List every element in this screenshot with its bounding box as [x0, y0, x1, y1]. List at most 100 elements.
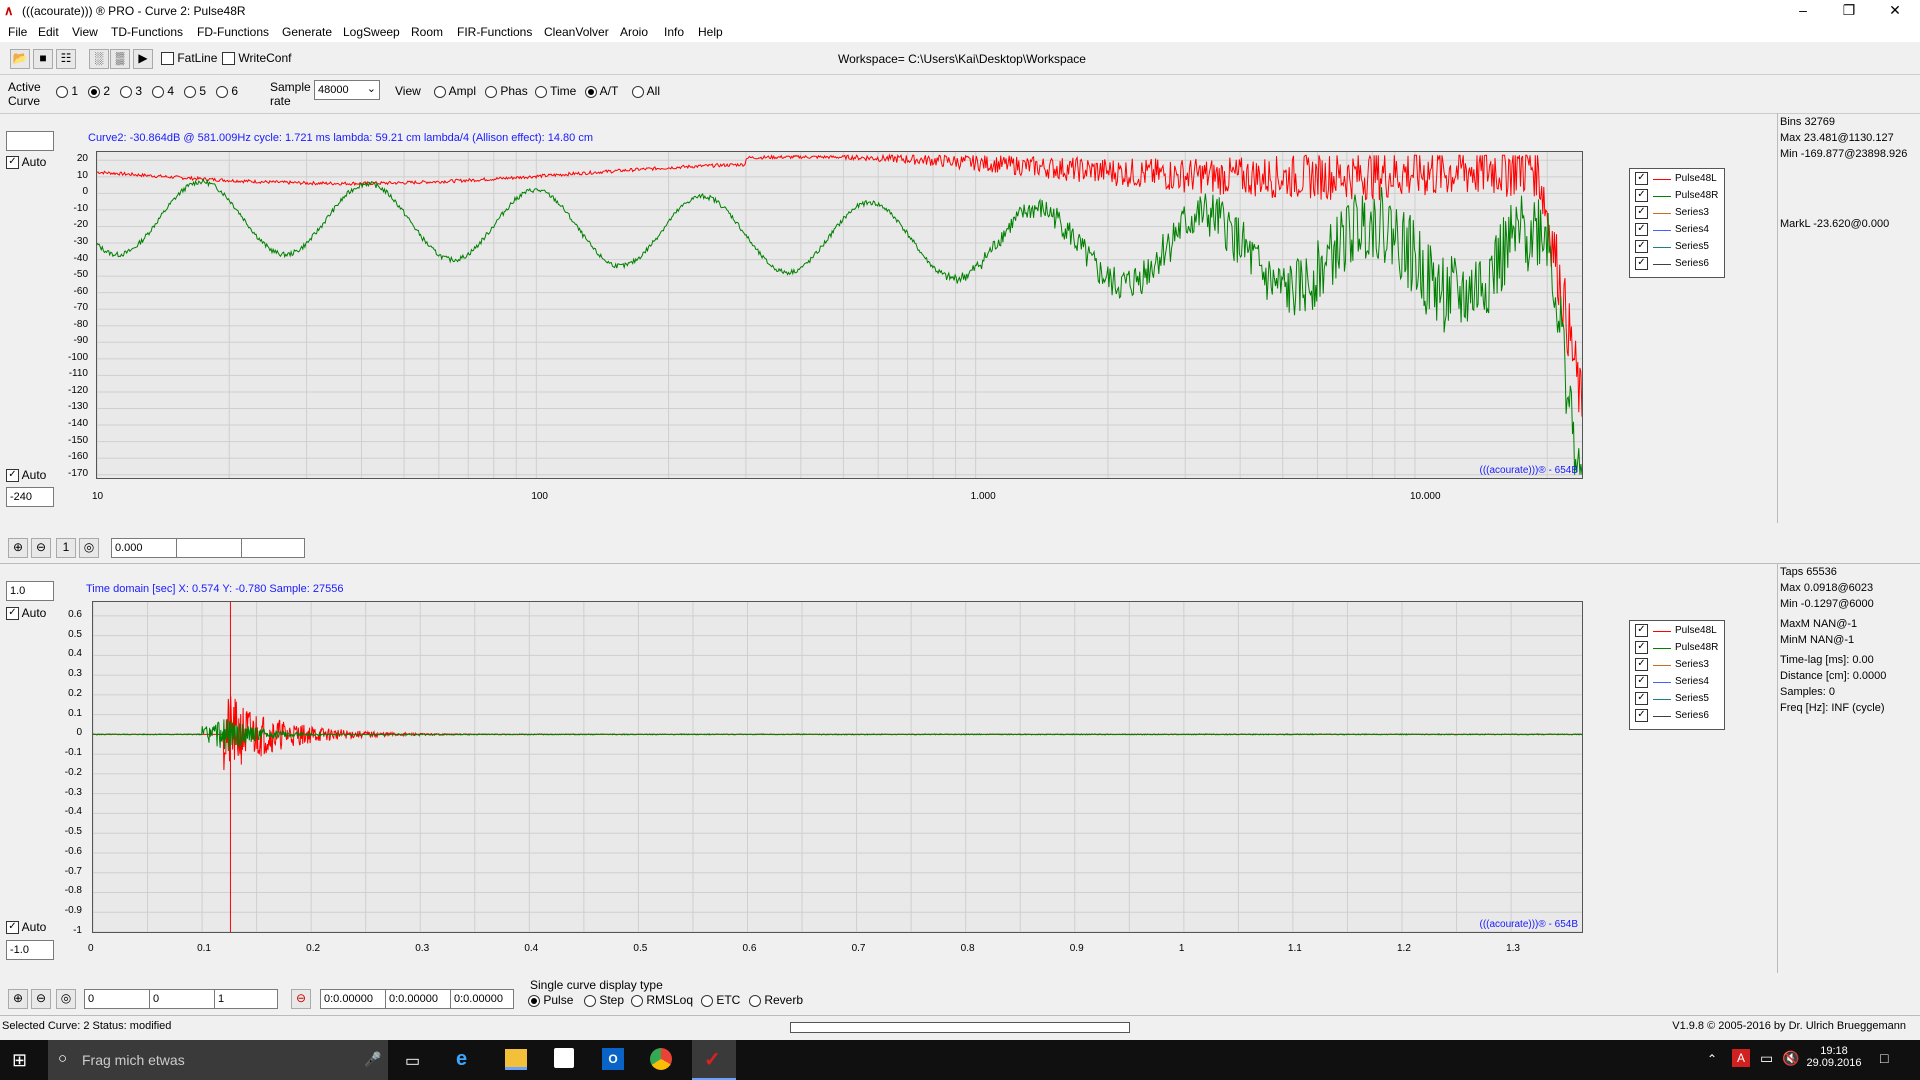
td-auto-top-checkbox[interactable]: ✓ Auto	[6, 606, 46, 621]
search-box[interactable]: ○ Frag mich etwas 🎤	[48, 1040, 388, 1080]
file-explorer-icon[interactable]	[505, 1049, 527, 1070]
td-legend-item[interactable]: ✓ Series5	[1635, 692, 1709, 706]
notifications-icon[interactable]: □	[1880, 1050, 1888, 1066]
td-auto-bottom-checkbox[interactable]: ✓ Auto	[6, 920, 46, 935]
target-icon[interactable]: ◎	[79, 538, 99, 558]
volume-icon[interactable]: 🔇	[1782, 1050, 1799, 1067]
fd-ymin-input[interactable]: -240	[6, 487, 54, 507]
td-field-1[interactable]: 0	[84, 989, 150, 1009]
fatline-checkbox[interactable]: FatLine	[161, 51, 217, 66]
td-legend-item[interactable]: ✓ Pulse48R	[1635, 641, 1718, 655]
menu-help[interactable]: Help	[698, 25, 723, 39]
stop-icon[interactable]: ⊖	[291, 989, 311, 1009]
view-radio-at[interactable]: A/T	[585, 84, 618, 98]
td-zoom-out-icon[interactable]: ⊖	[31, 989, 51, 1009]
save-icon[interactable]: ■	[33, 49, 53, 69]
td-legend-item[interactable]: ✓ Series6	[1635, 709, 1709, 723]
fd-ymax-input[interactable]	[6, 131, 54, 151]
td-plot-area[interactable]: (((acourate)))® - 654B	[92, 601, 1583, 933]
chevron-up-icon[interactable]: ⌃	[1707, 1052, 1717, 1066]
td-legend-item[interactable]: ✓ Series3	[1635, 658, 1709, 672]
view-radio-ampl[interactable]: Ampl	[434, 84, 476, 98]
menu-td-functions[interactable]: TD-Functions	[111, 25, 183, 39]
sample-rate-select[interactable]: 48000 ⌄	[314, 80, 380, 100]
chrome-icon[interactable]	[650, 1048, 672, 1070]
curve-radio-2[interactable]: 2	[88, 84, 110, 98]
display-radio-pulse[interactable]: Pulse	[528, 993, 573, 1007]
display-radio-rmslog[interactable]: RMSLoq	[631, 993, 693, 1007]
curve-radio-3[interactable]: 3	[120, 84, 142, 98]
fd-freq-input[interactable]: 0.000	[111, 538, 177, 558]
menu-cleanvolver[interactable]: CleanVolver	[544, 25, 609, 39]
fd-legend-item[interactable]: ✓ Series3	[1635, 206, 1709, 220]
zoom-out-icon[interactable]: ⊖	[31, 538, 51, 558]
tray-app-icon[interactable]: A	[1732, 1049, 1750, 1067]
export-icon[interactable]: ▶	[133, 49, 153, 69]
td-legend-item[interactable]: ✓ Series4	[1635, 675, 1709, 689]
minimize-button[interactable]: –	[1780, 0, 1826, 22]
delete-icon[interactable]: ░	[89, 49, 109, 69]
writeconf-checkbox[interactable]: WriteConf	[222, 51, 291, 66]
menu-fd-functions[interactable]: FD-Functions	[197, 25, 269, 39]
view-radio-time[interactable]: Time	[535, 84, 576, 98]
view-radio-phas[interactable]: Phas	[485, 84, 528, 98]
menu-view[interactable]: View	[72, 25, 98, 39]
open-folder-icon[interactable]: 📂	[10, 49, 30, 69]
task-view-icon[interactable]: ▭	[405, 1051, 420, 1071]
fd-legend-item[interactable]: ✓ Series4	[1635, 223, 1709, 237]
fd-plot-area[interactable]: (((acourate)))® - 654B	[96, 151, 1583, 479]
menu-logsweep[interactable]: LogSweep	[343, 25, 400, 39]
curve-radio-5[interactable]: 5	[184, 84, 206, 98]
fd-field-3[interactable]	[241, 538, 305, 558]
fd-legend-item[interactable]: ✓ Pulse48R	[1635, 189, 1718, 203]
acourate-task-button[interactable]: ✓	[692, 1040, 736, 1080]
menu-info[interactable]: Info	[664, 25, 684, 39]
menu-aroio[interactable]: Aroio	[620, 25, 648, 39]
td-y-tick: 0.3	[68, 668, 82, 680]
microphone-icon[interactable]: 🎤	[364, 1051, 381, 1068]
save-as-icon[interactable]: ☷	[56, 49, 76, 69]
menu-room[interactable]: Room	[411, 25, 443, 39]
zoom-reset-button[interactable]: 1	[56, 538, 76, 558]
outlook-icon[interactable]: O	[602, 1048, 624, 1070]
close-button[interactable]: ✕	[1872, 0, 1918, 22]
fd-auto-top-checkbox[interactable]: ✓ Auto	[6, 155, 46, 170]
td-field-2[interactable]: 0	[149, 989, 215, 1009]
view-radio-all[interactable]: All	[632, 84, 660, 98]
display-radio-etc[interactable]: ETC	[701, 993, 740, 1007]
fd-legend-item[interactable]: ✓ Series6	[1635, 257, 1709, 271]
td-zoom-in-icon[interactable]: ⊕	[8, 989, 28, 1009]
fd-legend-item[interactable]: ✓ Series5	[1635, 240, 1709, 254]
menu-edit[interactable]: Edit	[38, 25, 59, 39]
time-field-3[interactable]: 0:0.00000	[450, 989, 514, 1009]
time-field-2[interactable]: 0:0.00000	[385, 989, 451, 1009]
curve-radio-6[interactable]: 6	[216, 84, 238, 98]
td-legend-item[interactable]: ✓ Pulse48L	[1635, 624, 1717, 638]
fd-field-2[interactable]	[176, 538, 242, 558]
td-field-3[interactable]: 1	[214, 989, 278, 1009]
display-radio-step[interactable]: Step	[584, 993, 624, 1007]
workspace-label: Workspace= C:\Users\Kai\Desktop\Workspac…	[838, 52, 1086, 66]
time-field-1[interactable]: 0:0.00000	[320, 989, 386, 1009]
edge-icon[interactable]: e	[456, 1048, 478, 1070]
fd-y-tick: 20	[76, 153, 88, 165]
td-ymin-input[interactable]: -1.0	[6, 940, 54, 960]
fd-legend-item[interactable]: ✓ Pulse48L	[1635, 172, 1717, 186]
curve-radio-4[interactable]: 4	[152, 84, 174, 98]
display-radio-reverb[interactable]: Reverb	[749, 993, 803, 1007]
td-target-icon[interactable]: ◎	[56, 989, 76, 1009]
network-icon[interactable]: ▭	[1760, 1050, 1773, 1067]
zoom-in-icon[interactable]: ⊕	[8, 538, 28, 558]
store-icon[interactable]	[554, 1048, 574, 1068]
menu-fir-functions[interactable]: FIR-Functions	[457, 25, 532, 39]
curve-radio-1[interactable]: 1	[56, 84, 78, 98]
fd-auto-bottom-checkbox[interactable]: ✓ Auto	[6, 468, 46, 483]
trash-icon[interactable]: ▒	[110, 49, 130, 69]
clock[interactable]: 19:18 29.09.2016	[1804, 1045, 1864, 1069]
td-ymax-input[interactable]: 1.0	[6, 581, 54, 601]
menu-generate[interactable]: Generate	[282, 25, 332, 39]
windows-start-icon[interactable]: ⊞	[12, 1050, 27, 1071]
maximize-button[interactable]: ❐	[1826, 0, 1872, 22]
menu-file[interactable]: File	[8, 25, 27, 39]
td-watermark: (((acourate)))® - 654B	[1479, 919, 1578, 930]
